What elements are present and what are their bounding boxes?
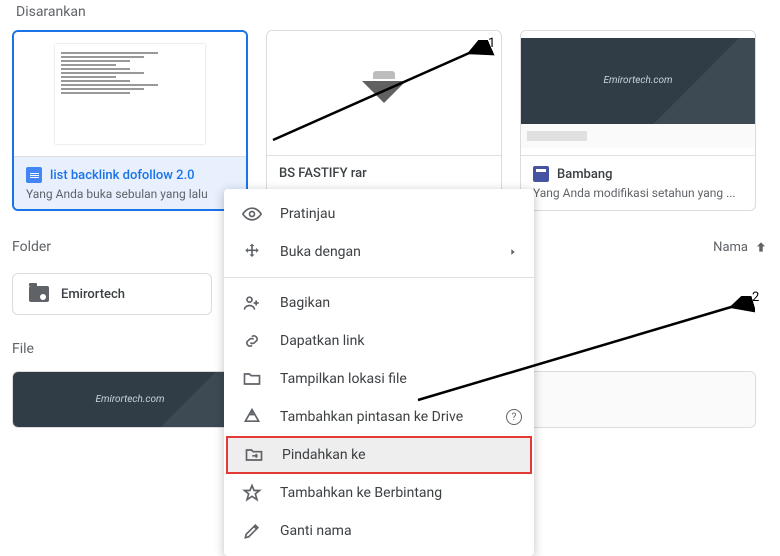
menu-label: Pratinjau <box>280 206 335 222</box>
menu-label: Tambahkan pintasan ke Drive <box>280 409 463 425</box>
menu-label: Dapatkan link <box>280 333 364 349</box>
annotation-arrow-2 <box>410 296 755 406</box>
sort-by-name[interactable]: Nama <box>713 240 768 255</box>
card-subtitle: Yang Anda buka sebulan yang lalu <box>26 187 234 201</box>
docs-icon <box>26 167 42 183</box>
menu-label: Tambahkan ke Berbintang <box>280 485 442 501</box>
eye-icon <box>242 204 262 224</box>
menu-label: Bagikan <box>280 295 330 311</box>
annotation-label-2: 2 <box>752 290 759 305</box>
site-preview: Emirortech.com <box>521 38 755 125</box>
suggested-heading: Disarankan <box>16 0 768 20</box>
card-title: list backlink dofollow 2.0 <box>50 168 195 183</box>
card-title: Bambang <box>557 167 612 182</box>
suggested-card[interactable]: Emirortech.com Bambang Yang Anda modifik… <box>520 30 756 211</box>
star-icon <box>242 483 262 503</box>
shared-folder-icon <box>29 286 49 302</box>
menu-preview[interactable]: Pratinjau <box>224 195 534 233</box>
menu-rename[interactable]: Ganti nama <box>224 512 534 550</box>
card-subtitle: Yang Anda modifikasi setahun yang ... <box>533 186 743 200</box>
help-icon[interactable]: ? <box>506 409 522 425</box>
doc-thumbnail <box>14 32 246 157</box>
chevron-right-icon <box>508 245 518 259</box>
annotation-label-1: 1 <box>488 36 495 51</box>
suggested-card[interactable]: list backlink dofollow 2.0 Yang Anda buk… <box>12 30 248 211</box>
sort-label: Nama <box>713 240 748 255</box>
move-to-icon <box>244 445 264 465</box>
folder-item[interactable]: Emirortech <box>12 273 212 315</box>
card-title: BS FASTIFY rar <box>279 166 367 181</box>
open-with-icon <box>242 242 262 262</box>
folder-name: Emirortech <box>61 287 125 302</box>
share-icon <box>242 293 262 313</box>
menu-add-star[interactable]: Tambahkan ke Berbintang <box>224 474 534 512</box>
folder-outline-icon <box>242 369 262 389</box>
pencil-icon <box>242 521 262 541</box>
sites-icon <box>533 166 549 182</box>
menu-move-to[interactable]: Pindahkan ke <box>226 436 532 474</box>
menu-label: Ganti nama <box>280 523 352 539</box>
site-preview: Emirortech.com <box>13 372 247 427</box>
drive-shortcut-icon <box>242 407 262 427</box>
annotation-arrow-1 <box>265 40 495 150</box>
arrow-up-icon <box>754 240 768 254</box>
doc-preview <box>55 44 206 143</box>
menu-open-with[interactable]: Buka dengan <box>224 233 534 271</box>
site-thumbnail: Emirortech.com <box>521 31 755 156</box>
file-card[interactable]: Emirortech.com <box>12 371 248 428</box>
menu-label: Buka dengan <box>280 244 361 260</box>
link-icon <box>242 331 262 351</box>
menu-label: Pindahkan ke <box>282 447 366 463</box>
menu-label: Tampilkan lokasi file <box>280 371 407 387</box>
